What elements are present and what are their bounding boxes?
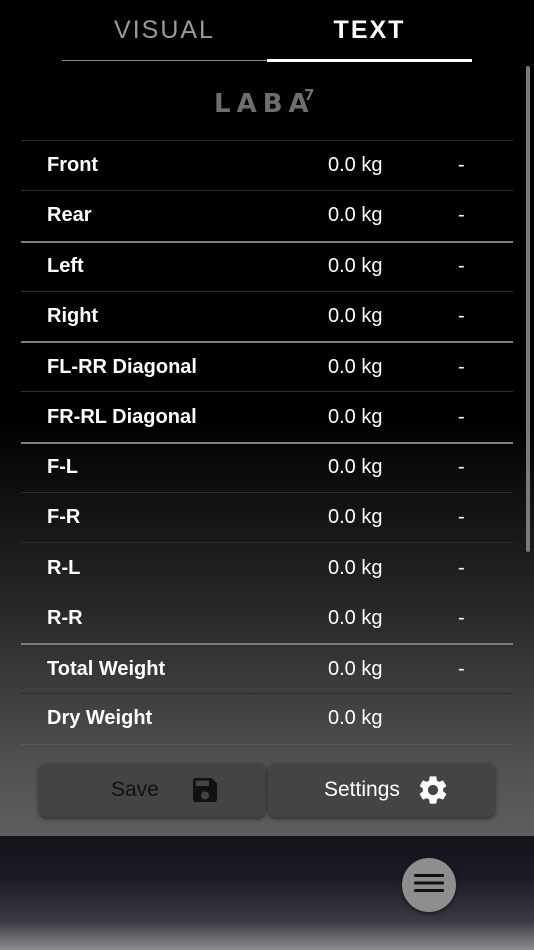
table-row: Dry Weight 0.0 kg [21, 693, 513, 743]
table-row: Rear 0.0 kg - [21, 190, 513, 240]
table-row: Front 0.0 kg - [21, 140, 513, 190]
settings-button-label: Settings [324, 778, 400, 801]
row-extra: - [458, 204, 465, 227]
row-label: R-L [47, 556, 81, 579]
row-label: FR-RL Diagonal [47, 405, 197, 428]
scrollbar[interactable] [526, 66, 530, 552]
row-extra: - [458, 255, 465, 278]
settings-button[interactable]: Settings [268, 763, 495, 817]
row-value: 0.0 kg [328, 657, 383, 680]
row-extra: - [458, 305, 465, 328]
view-tabs: VISUAL TEXT [62, 0, 472, 62]
row-label: Dry Weight [47, 707, 153, 730]
save-button-label: Save [111, 778, 159, 801]
active-tab-indicator [267, 59, 472, 62]
row-value: 0.0 kg [328, 456, 383, 479]
row-value: 0.0 kg [328, 405, 383, 428]
hamburger-menu-icon [414, 872, 444, 899]
table-bottom-divider [21, 743, 513, 745]
floppy-disk-icon [189, 774, 221, 811]
laba7-logo: LABA 7 [0, 84, 534, 120]
table-row: FL-RR Diagonal 0.0 kg - [21, 341, 513, 391]
weights-table: Front 0.0 kg - Rear 0.0 kg - Left 0.0 kg - Right 0… [21, 140, 513, 745]
row-label: FL-RR Diagonal [47, 355, 197, 378]
row-value: 0.0 kg [328, 707, 383, 730]
logo-mark: LABA 7 [214, 86, 315, 119]
table-row: Right 0.0 kg - [21, 290, 513, 341]
row-extra: - [458, 355, 465, 378]
row-label: F-L [47, 456, 79, 479]
table-row: R-L 0.0 kg - [21, 542, 513, 592]
row-extra: - [458, 154, 465, 177]
menu-fab[interactable] [402, 858, 456, 912]
row-value: 0.0 kg [328, 154, 383, 177]
row-value: 0.0 kg [328, 204, 383, 227]
row-extra: - [458, 405, 465, 428]
row-label: F-R [47, 506, 81, 529]
save-button[interactable]: Save [39, 763, 266, 817]
svg-text:LABA: LABA [214, 89, 315, 119]
row-label: Total Weight [47, 657, 166, 680]
tab-visual[interactable]: VISUAL [62, 0, 267, 60]
row-extra: - [458, 657, 465, 680]
row-value: 0.0 kg [328, 305, 383, 328]
row-value: 0.0 kg [328, 556, 383, 579]
row-value: 0.0 kg [328, 606, 383, 629]
row-extra: - [458, 556, 465, 579]
table-row: Total Weight 0.0 kg - [21, 642, 513, 693]
tab-text[interactable]: TEXT [267, 0, 472, 60]
row-label: Front [47, 154, 99, 177]
row-extra: - [458, 456, 465, 479]
table-row: FR-RL Diagonal 0.0 kg - [21, 391, 513, 441]
table-row: Left 0.0 kg - [21, 240, 513, 291]
table-row: F-L 0.0 kg - [21, 441, 513, 492]
row-label: Right [47, 305, 99, 328]
row-extra: - [458, 506, 465, 529]
row-label: R-R [47, 606, 83, 629]
row-value: 0.0 kg [328, 355, 383, 378]
table-row: F-R 0.0 kg - [21, 492, 513, 542]
gear-icon [416, 773, 450, 812]
row-label: Rear [47, 204, 92, 227]
row-label: Left [47, 255, 84, 278]
row-value: 0.0 kg [328, 255, 383, 278]
weights-panel: VISUAL TEXT LABA 7 Front 0.0 kg - Rear 0.0 k… [0, 0, 534, 836]
svg-text:7: 7 [304, 86, 314, 104]
row-extra: - [458, 606, 465, 629]
table-row: R-R 0.0 kg - [21, 592, 513, 643]
row-value: 0.0 kg [328, 506, 383, 529]
